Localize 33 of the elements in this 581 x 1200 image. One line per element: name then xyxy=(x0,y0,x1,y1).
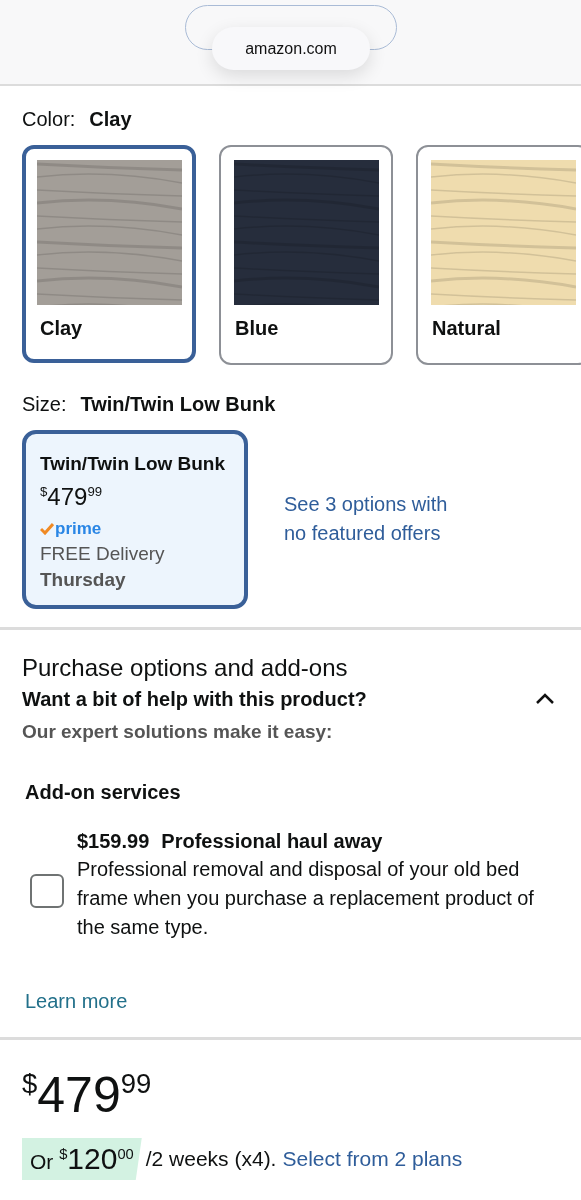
prime-logo: prime xyxy=(55,518,102,539)
installment-amount: Or $^{$}$120$^{00}$ xyxy=(22,1137,142,1180)
url-toast: amazon.com xyxy=(212,27,370,70)
color-swatch[interactable]: Blue xyxy=(219,145,393,365)
caret-up-icon[interactable] xyxy=(535,693,555,706)
buybox-price: $^{$}$479$^{99}$ xyxy=(22,1069,153,1120)
color-swatch[interactable]: Clay xyxy=(22,145,196,363)
color-swatch[interactable]: Natural xyxy=(416,145,581,365)
service-description: Professional removal and disposal of your old bed frame when you purchase a replacement product of the same type. xyxy=(77,856,535,940)
delivery-text: FREE Delivery xyxy=(40,542,166,565)
swatch-label: Natural xyxy=(432,317,501,340)
service-checkbox[interactable] xyxy=(30,873,64,908)
section-subtitle: Want a bit of help with this product? xyxy=(22,687,367,711)
installment-term: /2 weeks (x4). xyxy=(145,1146,277,1171)
learn-more-link[interactable]: Learn more xyxy=(25,989,128,1013)
size-price: $^{$}$479$^{99}$ xyxy=(40,482,104,511)
checkmark-icon xyxy=(40,522,54,535)
section-title: Purchase options and add-ons xyxy=(22,653,349,682)
section-note: Our expert solutions make it easy: xyxy=(22,720,334,743)
color-label: Color: xyxy=(22,108,76,131)
service-price: $159.99 xyxy=(77,829,150,853)
size-name: Twin/Twin Low Bunk xyxy=(40,452,226,476)
delivery-day: Thursday xyxy=(40,568,230,591)
size-label: Size: xyxy=(22,393,67,416)
see-options-link[interactable]: See 3 options with no featured offers xyxy=(284,490,474,549)
size-option-card[interactable]: Twin/Twin Low Bunk $^{$}$479$^{99}$ prime FREE Delivery Thursday xyxy=(22,430,248,609)
size-value: Twin/Twin Low Bunk xyxy=(80,393,276,416)
swatch-label: Clay xyxy=(40,317,83,340)
select-plans-link[interactable]: Select from 2 plans xyxy=(282,1146,463,1171)
swatch-label: Blue xyxy=(235,317,279,340)
addons-heading: Add-on services xyxy=(25,780,182,804)
color-value: Clay xyxy=(89,108,132,131)
service-title: Professional haul away xyxy=(161,829,383,853)
